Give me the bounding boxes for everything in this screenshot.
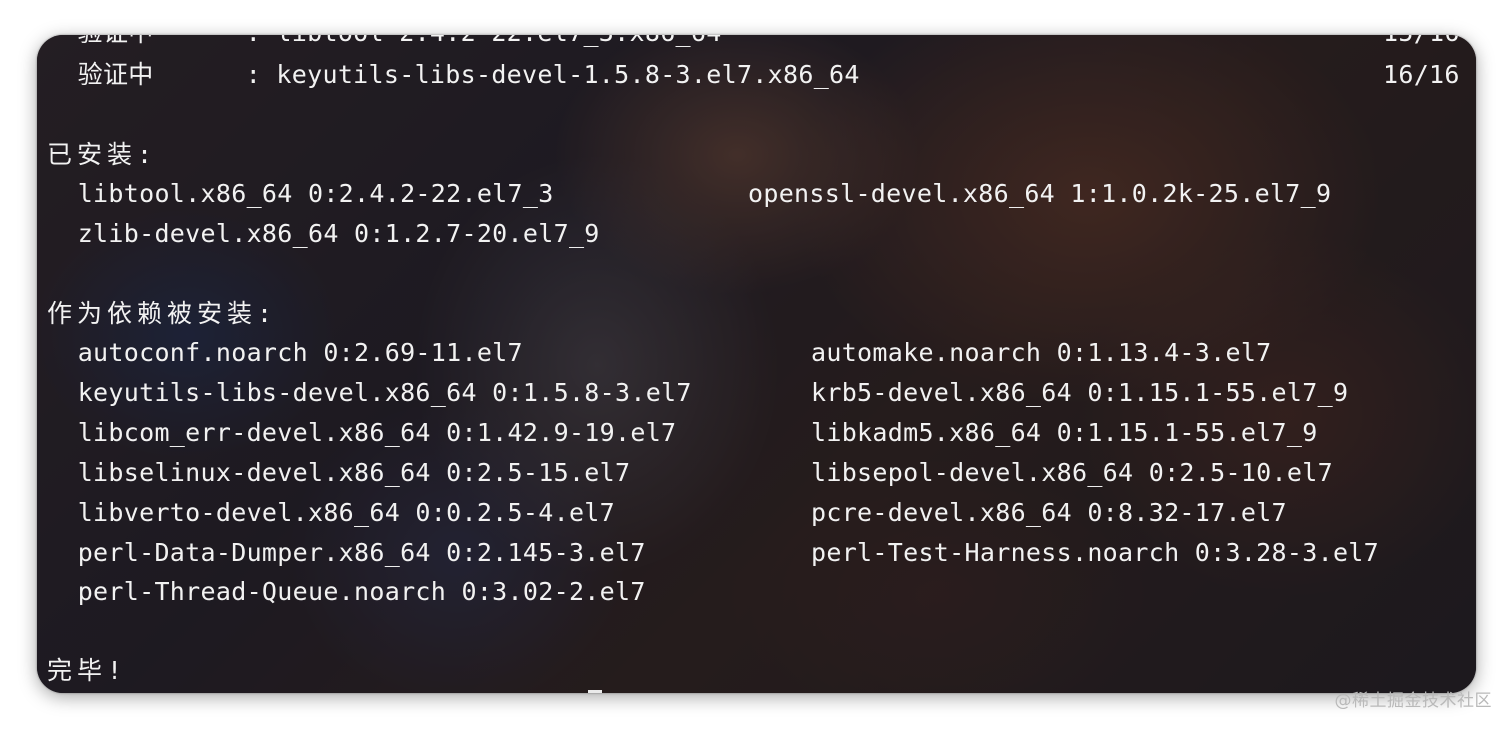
dependency-item: libcom_err-devel.x86_64 0:1.42.9-19.el7 <box>47 418 677 447</box>
verify-line-last: 验证中 : keyutils-libs-devel-1.5.8-3.el7.x8… <box>47 60 860 89</box>
terminal-output[interactable]: 验证中 : libtool-2.4.2-22.el7_3.x86_64 15/1… <box>37 35 1476 693</box>
installed-header: 已安装: <box>47 140 158 169</box>
done-message: 完毕! <box>47 656 128 685</box>
installed-item-openssl-devel: openssl-devel.x86_64 1:1.0.2k-25.el7_9 <box>748 179 1332 208</box>
verify-count-last: 16/16 <box>1383 60 1460 89</box>
dependency-item: libverto-devel.x86_64 0:0.2.5-4.el7 <box>47 498 615 527</box>
verify-count-prev: 15/16 <box>1383 35 1460 49</box>
dependency-item: keyutils-libs-devel.x86_64 0:1.5.8-3.el7 <box>47 378 692 407</box>
verify-line-prev: 验证中 : libtool-2.4.2-22.el7_3.x86_64 <box>47 35 722 49</box>
dependency-item: perl-Thread-Queue.noarch 0:3.02-2.el7 <box>47 577 646 606</box>
installed-item-libtool: libtool.x86_64 0:2.4.2-22.el7_3 <box>47 179 554 208</box>
dependency-item: automake.noarch 0:1.13.4-3.el7 <box>811 338 1272 367</box>
site-watermark: @稀土掘金技术社区 <box>1334 691 1492 711</box>
dependency-item: pcre-devel.x86_64 0:8.32-17.el7 <box>811 498 1287 527</box>
installed-item-zlib-devel: zlib-devel.x86_64 0:1.2.7-20.el7_9 <box>47 219 600 248</box>
dependency-item: libkadm5.x86_64 0:1.15.1-55.el7_9 <box>811 418 1318 447</box>
dependency-item: libsepol-devel.x86_64 0:2.5-10.el7 <box>811 458 1333 487</box>
dependency-item: perl-Data-Dumper.x86_64 0:2.145-3.el7 <box>47 538 646 567</box>
dependency-item: autoconf.noarch 0:2.69-11.el7 <box>47 338 523 367</box>
dependency-item: libselinux-devel.x86_64 0:2.5-15.el7 <box>47 458 631 487</box>
dependencies-header: 作为依赖被安装: <box>47 299 278 328</box>
terminal-cursor <box>588 690 602 693</box>
dependency-item: krb5-devel.x86_64 0:1.15.1-55.el7_9 <box>811 378 1349 407</box>
terminal-window[interactable]: 验证中 : libtool-2.4.2-22.el7_3.x86_64 15/1… <box>37 35 1476 693</box>
dependency-item: perl-Test-Harness.noarch 0:3.28-3.el7 <box>811 538 1379 567</box>
